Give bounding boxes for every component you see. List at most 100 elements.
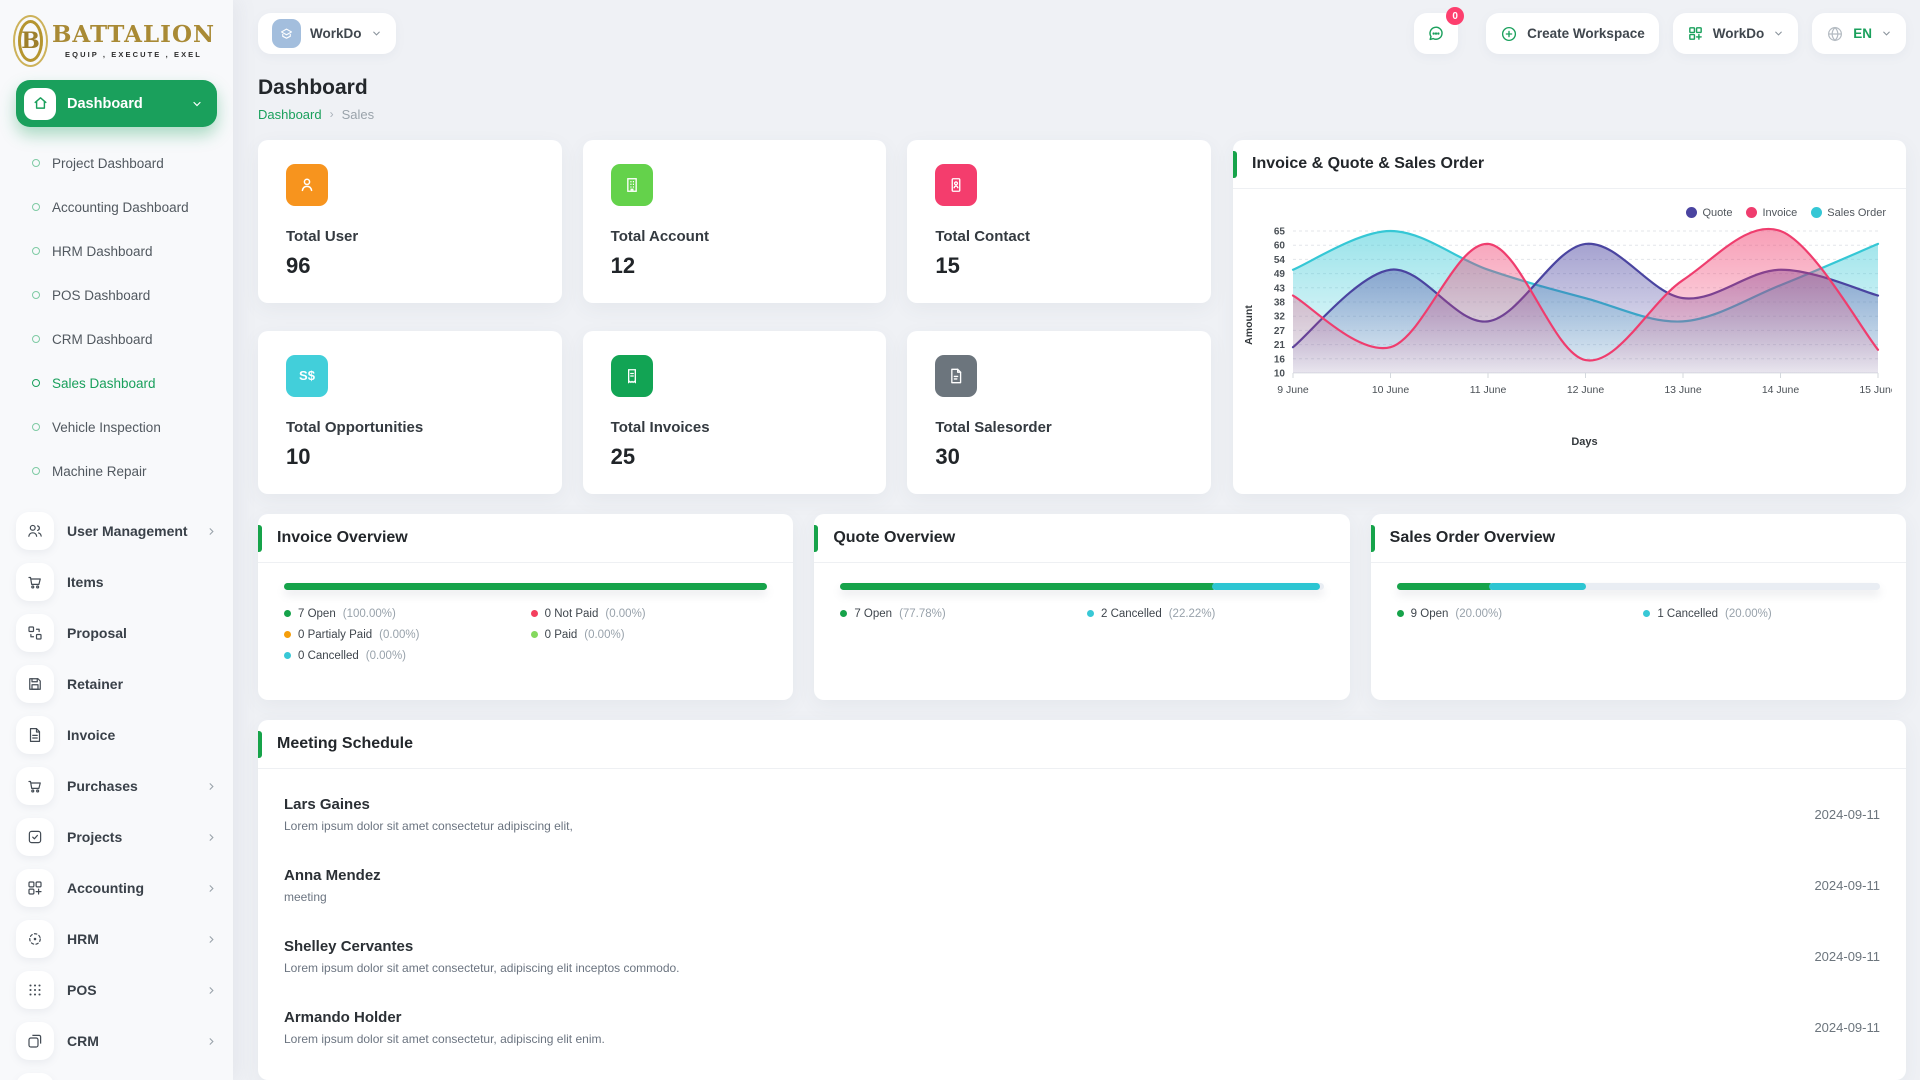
svg-text:43: 43 <box>1274 283 1286 294</box>
stat-card-total-contact: Total Contact 15 <box>907 140 1211 303</box>
messages-count-badge: 0 <box>1446 7 1464 25</box>
brand-medal-icon: B <box>18 20 43 62</box>
sidebar-item-crm[interactable]: CRM <box>16 1022 217 1060</box>
sidebar-item-machine-repair[interactable]: Machine Repair <box>16 449 217 493</box>
app-root: B BATTALION EQUIP , EXECUTE , EXEL Dashb… <box>0 0 1920 1080</box>
meeting-row[interactable]: Shelley Cervantes Lorem ipsum dolor sit … <box>284 921 1880 992</box>
chevron-right-icon <box>206 1036 217 1047</box>
invoice-progress-bar <box>284 583 767 590</box>
legend-dot-invoice <box>1746 207 1757 218</box>
layers-icon <box>16 1022 54 1060</box>
workspace-switcher[interactable]: WorkDo <box>258 13 396 54</box>
legend-dot-sales-order <box>1811 207 1822 218</box>
sidebar-item-invoice[interactable]: Invoice <box>16 716 217 754</box>
meeting-date: 2024-09-11 <box>1814 807 1880 822</box>
svg-text:49: 49 <box>1274 269 1286 280</box>
building-icon <box>611 164 653 206</box>
sidebar-item-hrm-dashboard[interactable]: HRM Dashboard <box>16 229 217 273</box>
bullet-icon <box>32 291 40 299</box>
opportunities-icon: S$ <box>286 355 328 397</box>
sidebar-item-proposal[interactable]: Proposal <box>16 614 217 652</box>
sidebar-item-retainer[interactable]: Retainer <box>16 665 217 703</box>
chart-legend: Quote Invoice Sales Order <box>1247 197 1892 221</box>
svg-text:21: 21 <box>1274 340 1286 351</box>
chart-title: Invoice & Quote & Sales Order <box>1233 155 1484 173</box>
card-title: Quote Overview <box>814 529 955 547</box>
legend-item: 0 Paid(0.00%) <box>531 629 768 641</box>
stat-card-total-account: Total Account 12 <box>583 140 887 303</box>
create-workspace-button[interactable]: Create Workspace <box>1486 13 1659 54</box>
svg-text:14 June: 14 June <box>1762 384 1800 396</box>
sidebar-item-user-management[interactable]: User Management <box>16 512 217 550</box>
stat-card-total-salesorder: Total Salesorder 30 <box>907 331 1211 494</box>
svg-text:11 June: 11 June <box>1470 384 1507 396</box>
document-icon <box>16 1073 54 1080</box>
apps-menu-button[interactable]: WorkDo <box>1673 13 1799 54</box>
task-check-icon <box>16 818 54 856</box>
chevron-right-icon <box>206 883 217 894</box>
sidebar-item-project-dashboard[interactable]: Project Dashboard <box>16 141 217 185</box>
bullet-icon <box>32 379 40 387</box>
sidebar-item-dashboard[interactable]: Dashboard <box>16 80 217 127</box>
stats-grid: Total User 96 Total Account 12 Total Con… <box>258 140 1211 494</box>
chevron-right-icon <box>206 985 217 996</box>
legend-item: 0 Cancelled(0.00%) <box>284 650 521 662</box>
chevron-down-icon <box>1773 28 1784 39</box>
svg-text:15 June: 15 June <box>1859 384 1892 396</box>
language-selector[interactable]: EN <box>1812 13 1906 54</box>
sidebar-item-hrm[interactable]: HRM <box>16 920 217 958</box>
breadcrumb-dashboard-link[interactable]: Dashboard <box>258 107 322 122</box>
breadcrumb: Dashboard › Sales <box>258 107 1906 122</box>
sales-order-overview-card: Sales Order Overview 9 Open(20.00%) 1 Ca… <box>1371 514 1906 700</box>
breadcrumb-separator: › <box>330 107 334 121</box>
grid-plus-icon <box>1687 25 1704 42</box>
contact-card-icon <box>935 164 977 206</box>
sidebar-item-vehicle-inspection[interactable]: Vehicle Inspection <box>16 405 217 449</box>
svg-text:10 June: 10 June <box>1372 384 1410 396</box>
quote-overview-card: Quote Overview 7 Open(77.78%) 2 Cancelle… <box>814 514 1349 700</box>
legend-item: 0 Not Paid(0.00%) <box>531 608 768 620</box>
chevron-down-icon <box>371 28 382 39</box>
sidebar-item-projects[interactable]: Projects <box>16 818 217 856</box>
sidebar-item-purchases[interactable]: Purchases <box>16 767 217 805</box>
sidebar-item-accounting-dashboard[interactable]: Accounting Dashboard <box>16 185 217 229</box>
workspace-avatar <box>272 19 301 48</box>
sidebar-item-accounting[interactable]: Accounting <box>16 869 217 907</box>
bullet-icon <box>32 335 40 343</box>
brand-name: BATTALION <box>52 23 215 46</box>
chart-card: Invoice & Quote & Sales Order Quote Invo… <box>1233 140 1906 494</box>
chevron-right-icon <box>206 526 217 537</box>
grid-plus-icon <box>16 869 54 907</box>
meeting-date: 2024-09-11 <box>1814 1020 1880 1035</box>
meeting-row[interactable]: Anna Mendez meeting 2024-09-11 <box>284 850 1880 921</box>
svg-text:9 June: 9 June <box>1277 384 1309 396</box>
messages-button[interactable]: 0 <box>1414 13 1458 54</box>
svg-text:16: 16 <box>1274 354 1286 365</box>
svg-text:65: 65 <box>1274 226 1286 237</box>
svg-text:10: 10 <box>1274 368 1286 379</box>
sidebar-item-crm-dashboard[interactable]: CRM Dashboard <box>16 317 217 361</box>
stat-card-total-opportunities: S$ Total Opportunities 10 <box>258 331 562 494</box>
meeting-row[interactable]: Armando Holder Lorem ipsum dolor sit ame… <box>284 992 1880 1063</box>
dots-grid-icon <box>16 971 54 1009</box>
sidebar-item-pos-dashboard[interactable]: POS Dashboard <box>16 273 217 317</box>
sidebar-item-sales-dashboard[interactable]: Sales Dashboard <box>16 361 217 405</box>
brand-logo[interactable]: B BATTALION EQUIP , EXECUTE , EXEL <box>16 14 217 80</box>
cart-icon <box>16 563 54 601</box>
sidebar-item-pos[interactable]: POS <box>16 971 217 1009</box>
sidebar: B BATTALION EQUIP , EXECUTE , EXEL Dashb… <box>0 0 233 1080</box>
card-title: Meeting Schedule <box>258 735 413 753</box>
sidebar-item-items[interactable]: Items <box>16 563 217 601</box>
legend-item: 7 Open(77.78%) <box>840 608 1077 620</box>
bullet-icon <box>32 467 40 475</box>
bullet-icon <box>32 247 40 255</box>
sidebar-item-sales[interactable]: Sales <box>16 1073 217 1080</box>
topbar: WorkDo 0 Create Workspace WorkDo EN <box>258 0 1906 60</box>
file-icon <box>16 716 54 754</box>
card-title: Sales Order Overview <box>1371 529 1555 547</box>
chat-icon <box>1426 24 1446 44</box>
proposal-icon <box>16 614 54 652</box>
meeting-row[interactable]: Lars Gaines Lorem ipsum dolor sit amet c… <box>284 779 1880 850</box>
bullet-icon <box>32 203 40 211</box>
page-title: Dashboard <box>258 76 1906 100</box>
